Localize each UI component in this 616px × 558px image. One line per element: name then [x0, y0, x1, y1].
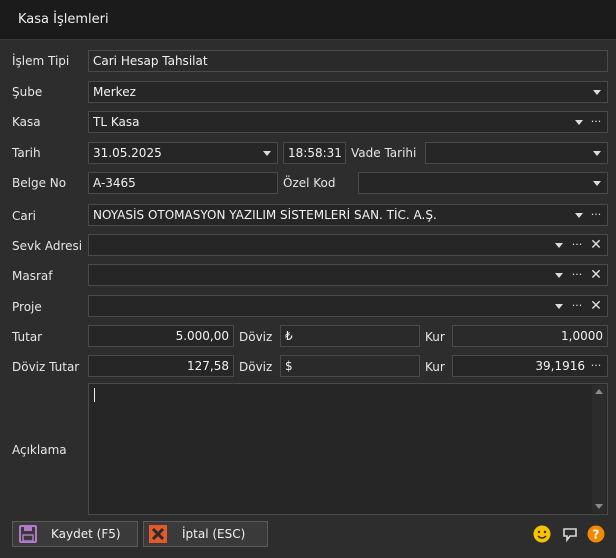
help-icon-glyph: ?	[593, 528, 600, 542]
kasa-browse-icon[interactable]: ···	[588, 113, 604, 131]
help-icon[interactable]: ?	[587, 525, 605, 543]
vade-tarihi-date-picker[interactable]	[425, 142, 608, 164]
masraf-label: Masraf	[12, 269, 53, 283]
proje-clear-icon[interactable]: ✕	[588, 297, 604, 315]
kasa-value: TL Kasa	[93, 115, 140, 129]
tutar-input[interactable]: 5.000,00	[88, 325, 234, 347]
window-titlebar: Kasa İşlemleri	[0, 0, 616, 40]
proje-label: Proje	[12, 300, 42, 314]
aciklama-scrollbar[interactable]	[592, 385, 606, 513]
sevk-adresi-label: Sevk Adresi	[12, 239, 83, 253]
sevk-adresi-select[interactable]: ··· ✕	[88, 234, 608, 256]
kasa-label: Kasa	[12, 115, 41, 129]
doviz-tutar-kur-value: 39,1916	[535, 359, 585, 373]
floppy-disk-icon	[19, 525, 37, 543]
doviz-tutar-kur-browse-icon[interactable]: ···	[588, 357, 604, 375]
ozel-kod-select[interactable]	[358, 172, 608, 194]
kasa-select[interactable]: TL Kasa ···	[88, 111, 608, 133]
proje-browse-icon[interactable]: ···	[569, 297, 585, 315]
sevk-adresi-dropdown-arrow-icon[interactable]	[553, 236, 565, 254]
vade-tarihi-dropdown-arrow-icon[interactable]	[591, 144, 603, 162]
tutar-doviz-field: ₺	[280, 325, 420, 347]
doviz-tutar-doviz-value: $	[285, 359, 293, 373]
tutar-kur-label: Kur	[425, 330, 445, 344]
window-title: Kasa İşlemleri	[18, 12, 109, 27]
cari-select[interactable]: NOYASİS OTOMASYON YAZILIM SİSTEMLERİ SAN…	[88, 204, 608, 226]
smiley-icon[interactable]	[533, 525, 551, 543]
scroll-up-icon[interactable]	[595, 389, 603, 394]
aciklama-textarea[interactable]	[88, 383, 608, 515]
tutar-value: 5.000,00	[175, 329, 229, 343]
aciklama-label: Açıklama	[12, 443, 67, 457]
belge-no-label: Belge No	[12, 176, 67, 190]
ozel-kod-dropdown-arrow-icon[interactable]	[591, 174, 603, 192]
tutar-doviz-label: Döviz	[239, 330, 273, 344]
sube-select[interactable]: Merkez	[88, 81, 608, 103]
tarih-dropdown-arrow-icon[interactable]	[261, 144, 273, 162]
tarih-date-picker[interactable]: 31.05.2025	[88, 142, 278, 164]
save-button-label: Kaydet (F5)	[51, 527, 121, 541]
masraf-dropdown-arrow-icon[interactable]	[553, 266, 565, 284]
doviz-tutar-kur-input[interactable]: 39,1916 ···	[452, 355, 608, 377]
cancel-x-icon	[149, 525, 167, 543]
tutar-label: Tutar	[12, 330, 43, 344]
save-button[interactable]: Kaydet (F5)	[12, 521, 138, 547]
text-caret	[94, 388, 95, 402]
sube-label: Şube	[12, 85, 43, 99]
kasa-dropdown-arrow-icon[interactable]	[573, 113, 585, 131]
cancel-button[interactable]: İptal (ESC)	[143, 521, 268, 547]
tarih-date-value: 31.05.2025	[93, 146, 162, 160]
tutar-kur-value: 1,0000	[561, 329, 603, 343]
islem-tipi-value: Cari Hesap Tahsilat	[93, 54, 208, 68]
doviz-tutar-doviz-field: $	[280, 355, 420, 377]
tarih-label: Tarih	[12, 146, 41, 160]
islem-tipi-field: Cari Hesap Tahsilat	[88, 50, 608, 72]
proje-select[interactable]: ··· ✕	[88, 295, 608, 317]
cancel-button-label: İptal (ESC)	[182, 527, 246, 541]
ozel-kod-label: Özel Kod	[283, 176, 336, 190]
sube-dropdown-arrow-icon[interactable]	[591, 83, 603, 101]
cari-dropdown-arrow-icon[interactable]	[573, 206, 585, 224]
vade-tarihi-label: Vade Tarihi	[351, 146, 417, 160]
sube-value: Merkez	[93, 85, 136, 99]
scroll-down-icon[interactable]	[595, 504, 603, 509]
tutar-doviz-value: ₺	[285, 329, 293, 343]
sevk-adresi-clear-icon[interactable]: ✕	[588, 236, 604, 254]
doviz-tutar-doviz-label: Döviz	[239, 360, 273, 374]
cari-value: NOYASİS OTOMASYON YAZILIM SİSTEMLERİ SAN…	[93, 208, 437, 222]
masraf-clear-icon[interactable]: ✕	[588, 266, 604, 284]
tarih-time-field[interactable]: 18:58:31	[283, 142, 346, 164]
feedback-icon[interactable]	[561, 525, 579, 543]
cari-browse-icon[interactable]: ···	[588, 206, 604, 224]
belge-no-value: A-3465	[93, 176, 136, 190]
islem-tipi-label: İşlem Tipi	[12, 54, 70, 68]
sevk-adresi-browse-icon[interactable]: ···	[569, 236, 585, 254]
belge-no-input[interactable]: A-3465	[88, 172, 278, 194]
doviz-tutar-kur-label: Kur	[425, 360, 445, 374]
masraf-browse-icon[interactable]: ···	[569, 266, 585, 284]
proje-dropdown-arrow-icon[interactable]	[553, 297, 565, 315]
cari-label: Cari	[12, 209, 36, 223]
doviz-tutar-label: Döviz Tutar	[12, 360, 80, 374]
masraf-select[interactable]: ··· ✕	[88, 264, 608, 286]
tutar-kur-field: 1,0000	[452, 325, 608, 347]
doviz-tutar-value: 127,58	[187, 359, 229, 373]
tarih-time-value: 18:58:31	[288, 146, 342, 160]
doviz-tutar-input[interactable]: 127,58	[88, 355, 234, 377]
